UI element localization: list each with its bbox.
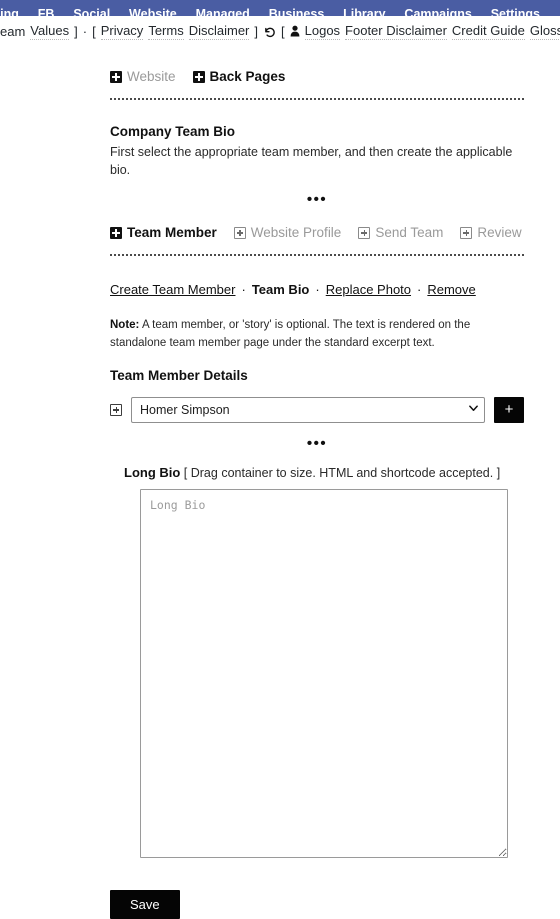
link-create-team-member[interactable]: Create Team Member: [110, 282, 235, 297]
action-sep-3: ·: [417, 282, 422, 298]
topnav-item-settings[interactable]: Settings: [487, 8, 544, 16]
linkbar-link-disclaimer[interactable]: Disclaimer: [188, 23, 250, 40]
link-team-bio-current: Team Bio: [251, 282, 310, 298]
link-remove[interactable]: Remove: [427, 282, 475, 297]
breadcrumb-tab-back-pages[interactable]: Back Pages: [210, 69, 286, 84]
topnav-item-business[interactable]: Business: [265, 8, 329, 16]
tab-review[interactable]: Review: [477, 225, 521, 240]
linkbar-link-terms[interactable]: Terms: [148, 23, 184, 40]
top-navigation-bar: ting FB Social Website Managed Business …: [0, 0, 560, 16]
team-member-select[interactable]: Homer Simpson: [131, 396, 485, 423]
member-select-row: Homer Simpson +: [110, 396, 524, 423]
linkbar-link-privacy[interactable]: Privacy: [100, 23, 144, 40]
long-bio-wrapper: [110, 488, 524, 858]
note-label: Note:: [110, 319, 140, 332]
main-content: Website Back Pages Company Team Bio Firs…: [0, 47, 560, 919]
tab-team-member[interactable]: Team Member: [127, 225, 217, 240]
secondary-link-bar: eam Values ] · [ Privacy Terms Disclaime…: [0, 16, 560, 47]
topnav-item-ting[interactable]: ting: [0, 8, 23, 16]
long-bio-textarea[interactable]: [140, 488, 508, 858]
topnav-item-fb[interactable]: FB: [34, 8, 59, 16]
member-select-wrapper: Homer Simpson: [131, 396, 485, 423]
undo-icon[interactable]: [263, 24, 276, 40]
section-description: First select the appropriate team member…: [110, 145, 513, 178]
plus-square-icon-review[interactable]: [460, 226, 473, 239]
action-sep-1: ·: [241, 282, 246, 298]
action-link-row: Create Team Member · Team Bio · Replace …: [110, 282, 524, 297]
plus-square-icon-team-member[interactable]: [110, 226, 122, 239]
linkbar-link-logos[interactable]: Logos: [304, 23, 341, 40]
link-replace-photo[interactable]: Replace Photo: [326, 282, 411, 297]
tab-send-team[interactable]: Send Team: [375, 225, 443, 240]
note-body: A team member, or 'story' is optional. T…: [110, 319, 471, 349]
breadcrumb-tab-row: Website Back Pages: [110, 47, 524, 84]
linkbar-middot: ·: [82, 24, 88, 39]
long-bio-label-row: Long Bio [ Drag container to size. HTML …: [110, 465, 524, 480]
divider-top: [110, 98, 524, 100]
linkbar-link-credit-guide[interactable]: Credit Guide: [451, 23, 525, 40]
linkbar-link-values[interactable]: Values: [30, 23, 70, 40]
top-navigation-items: ting FB Social Website Managed Business …: [0, 3, 552, 16]
linkbar-link-footer-disclaimer[interactable]: Footer Disclaimer: [345, 23, 447, 40]
divider-tabs: [110, 254, 524, 257]
save-button[interactable]: Save: [110, 889, 180, 919]
save-button-wrapper: Save: [110, 889, 524, 919]
plus-square-icon-send-team[interactable]: [358, 226, 371, 239]
team-member-details-heading: Team Member Details: [110, 367, 248, 383]
plus-square-icon-website[interactable]: [110, 70, 122, 83]
topnav-item-website[interactable]: Website: [125, 8, 181, 16]
person-icon: [290, 25, 300, 39]
plus-square-icon-back-pages[interactable]: [192, 70, 205, 83]
section-separator-dots: •••: [306, 191, 328, 209]
plus-square-icon-expand-member[interactable]: [110, 403, 122, 416]
plus-square-icon-website-profile[interactable]: [233, 226, 246, 239]
action-sep-2: ·: [315, 282, 320, 298]
linkbar-close-bracket-1: ]: [74, 24, 78, 39]
breadcrumb-tab-website[interactable]: Website: [127, 69, 176, 84]
topnav-item-library[interactable]: Library: [339, 8, 389, 16]
linkbar-open-bracket-3: [: [281, 24, 285, 39]
add-team-member-button[interactable]: +: [494, 396, 524, 423]
topnav-item-managed[interactable]: Managed: [192, 8, 254, 16]
long-bio-label: Long Bio: [124, 464, 181, 480]
long-bio-hint: [ Drag container to size. HTML and short…: [180, 465, 501, 480]
linkbar-open-bracket-2: [: [92, 24, 96, 39]
linkbar-team-label: eam: [0, 24, 26, 39]
note-text: Note: A team member, or 'story' is optio…: [110, 317, 524, 352]
section-title: Company Team Bio: [110, 124, 236, 139]
bio-separator-dots: •••: [306, 434, 328, 452]
linkbar-close-bracket-2: ]: [254, 24, 258, 39]
topnav-item-campaigns[interactable]: Campaigns: [400, 8, 475, 16]
linkbar-link-glossary[interactable]: Glossary: [529, 23, 560, 40]
member-tab-row: Team Member Website Profile Send Team Re…: [110, 205, 524, 240]
tab-website-profile[interactable]: Website Profile: [251, 225, 342, 240]
topnav-item-social[interactable]: Social: [69, 8, 114, 16]
